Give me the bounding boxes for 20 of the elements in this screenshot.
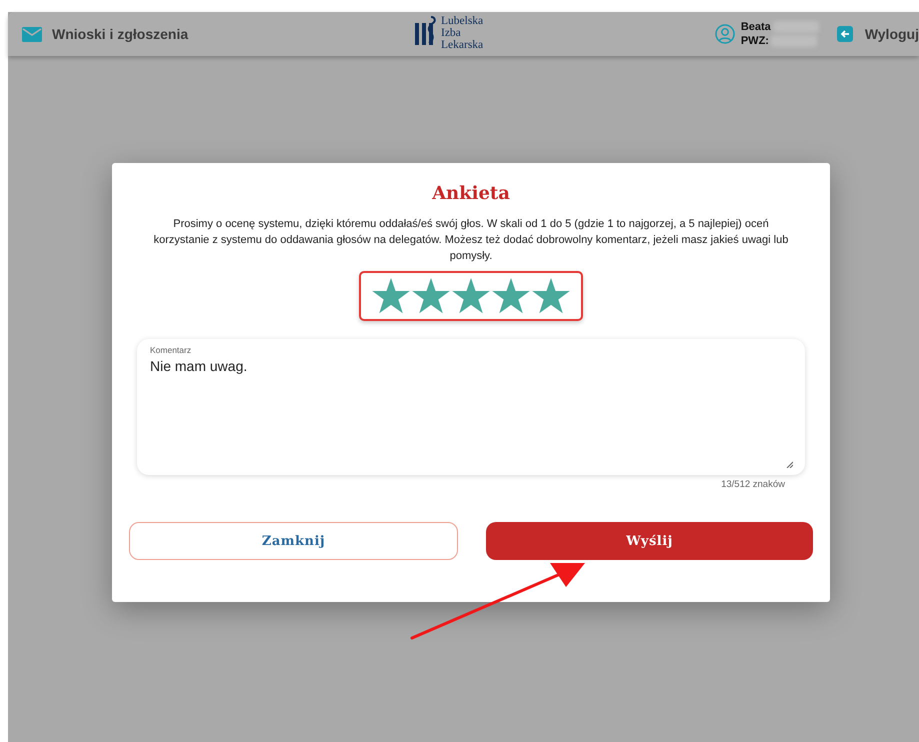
- logout-icon[interactable]: [836, 26, 853, 42]
- resize-grip-icon[interactable]: [786, 461, 793, 468]
- user-icon: [714, 24, 735, 44]
- character-counter: 13/512 znaków: [721, 479, 785, 490]
- envelope-icon: [22, 26, 42, 42]
- dialog-title: Ankieta: [432, 183, 510, 204]
- dialog-description: Prosimy o ocenę systemu, dzięki któremu oddałaś/eś swój głos. W skali od 1 do 5 (gdzie 1 to najgorzej, a 5 najlepiej) oceń korzystanie z systemu do oddawania głosów na delegatów. Możesz też dodać dobrowolny komentarz, jeżeli masz jakieś uwagi lub pomysły.: [152, 217, 790, 264]
- star-icon[interactable]: [492, 278, 530, 314]
- star-icon[interactable]: [452, 278, 490, 314]
- comment-field[interactable]: Komentarz Nie mam uwag.: [137, 339, 805, 475]
- license-label: PWZ:: [740, 35, 769, 47]
- logo-text: Lubelska Izba Lekarska: [441, 15, 484, 51]
- close-button[interactable]: Zamknij: [129, 522, 458, 560]
- star-icon[interactable]: [372, 278, 410, 314]
- submit-button[interactable]: Wyślij: [486, 522, 813, 560]
- logout-link[interactable]: Wyloguj: [864, 26, 919, 42]
- nav-link[interactable]: Wnioski i zgłoszenia: [52, 26, 188, 42]
- star-icon[interactable]: [532, 278, 570, 314]
- star-icon[interactable]: [412, 278, 450, 314]
- user-name: Beata: [740, 21, 771, 33]
